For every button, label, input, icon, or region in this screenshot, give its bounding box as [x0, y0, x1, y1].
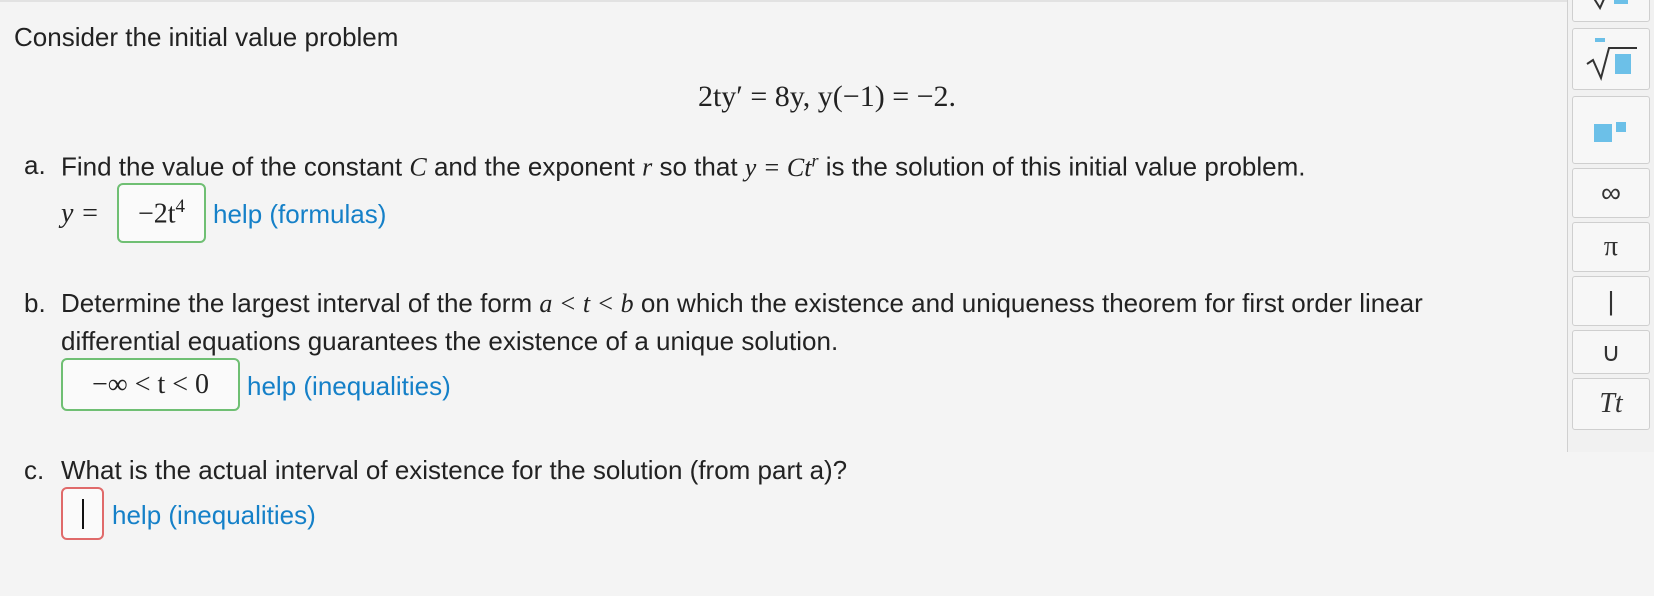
part-a-question: Find the value of the constant C and the…: [61, 150, 1306, 183]
union-icon: ∪: [1601, 336, 1621, 367]
part-c-label: c.: [24, 455, 45, 485]
subscript-icon: [1594, 122, 1626, 142]
answer-a-exponent: 4: [175, 195, 186, 217]
var-c: C: [409, 152, 427, 182]
sqrt-icon: [1586, 38, 1637, 81]
text-mode-icon: Tt: [1599, 388, 1623, 419]
help-inequalities-link-b[interactable]: help (inequalities): [247, 371, 451, 402]
part-a-label: a.: [24, 150, 46, 180]
solution-formula-exponent: r: [811, 150, 819, 170]
problem-intro: Consider the initial value problem: [14, 22, 399, 52]
part-a-text-3: so that: [659, 151, 738, 182]
answer-b-value: −∞ < t < 0: [91, 368, 210, 400]
help-inequalities-link-c[interactable]: help (inequalities): [112, 500, 316, 531]
text-cursor: [81, 498, 84, 529]
palette-bar-button[interactable]: |: [1572, 276, 1650, 326]
answer-b-input[interactable]: −∞ < t < 0: [61, 358, 240, 411]
math-symbol-palette: ∞ π | ∪ Tt: [1567, 0, 1654, 452]
part-c-question: What is the actual interval of existence…: [61, 455, 848, 485]
vertical-bar-icon: |: [1607, 285, 1615, 316]
part-a-text-2: and the exponent: [433, 151, 635, 182]
var-r: r: [642, 152, 653, 182]
answer-a-prefix-text: y =: [61, 198, 100, 229]
answer-c-input[interactable]: [61, 487, 104, 540]
sqrt-template-icon: [1593, 0, 1628, 11]
palette-union-button[interactable]: ∪: [1572, 330, 1650, 374]
top-divider: [0, 0, 1654, 2]
part-a-text-4: is the solution of this initial value pr…: [825, 151, 1306, 182]
part-b-question-line-2: differential equations guarantees the ex…: [61, 326, 839, 356]
solution-formula-base: y = Ct: [744, 152, 812, 182]
part-a-text-1: Find the value of the constant: [61, 151, 403, 182]
infinity-icon: ∞: [1601, 177, 1621, 208]
answer-a-input[interactable]: −2t4: [117, 183, 206, 243]
palette-infinity-button[interactable]: ∞: [1572, 168, 1650, 218]
palette-sqrt-button[interactable]: [1572, 28, 1650, 90]
part-b-text-1: Determine the largest interval of the fo…: [61, 288, 533, 318]
palette-text-button[interactable]: Tt: [1572, 378, 1650, 430]
answer-a-value: −2t4: [138, 196, 185, 230]
palette-pi-button[interactable]: π: [1572, 222, 1650, 272]
part-b-text-2: on which the existence and uniqueness th…: [640, 288, 1423, 318]
pi-icon: π: [1603, 231, 1619, 262]
palette-sqrt-template-button[interactable]: [1572, 0, 1650, 22]
part-b-label: b.: [24, 288, 46, 318]
answer-a-base: −2t: [137, 198, 176, 230]
palette-subscript-button[interactable]: [1572, 96, 1650, 164]
part-b-question-line-1: Determine the largest interval of the fo…: [61, 288, 1423, 319]
interval-form: a < t < b: [539, 289, 634, 318]
solution-formula: y = Ctr: [744, 150, 819, 182]
help-formulas-link[interactable]: help (formulas): [213, 199, 386, 230]
answer-a-prefix: y =: [61, 198, 99, 230]
initial-value-equation: 2ty′ = 8y, y(−1) = −2.: [697, 80, 957, 113]
